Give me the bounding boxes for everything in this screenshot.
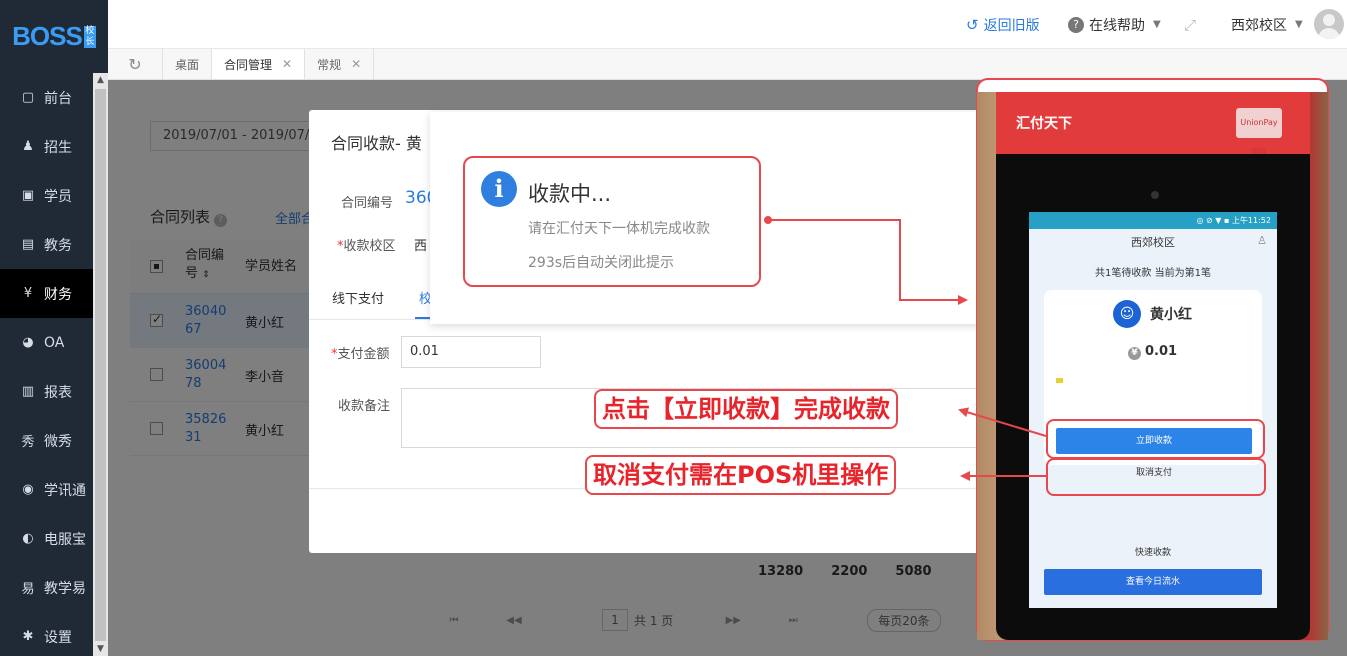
annotation-arrows <box>764 216 1047 481</box>
arrow-to-pos <box>768 219 968 305</box>
arrow-collect <box>958 407 1047 437</box>
